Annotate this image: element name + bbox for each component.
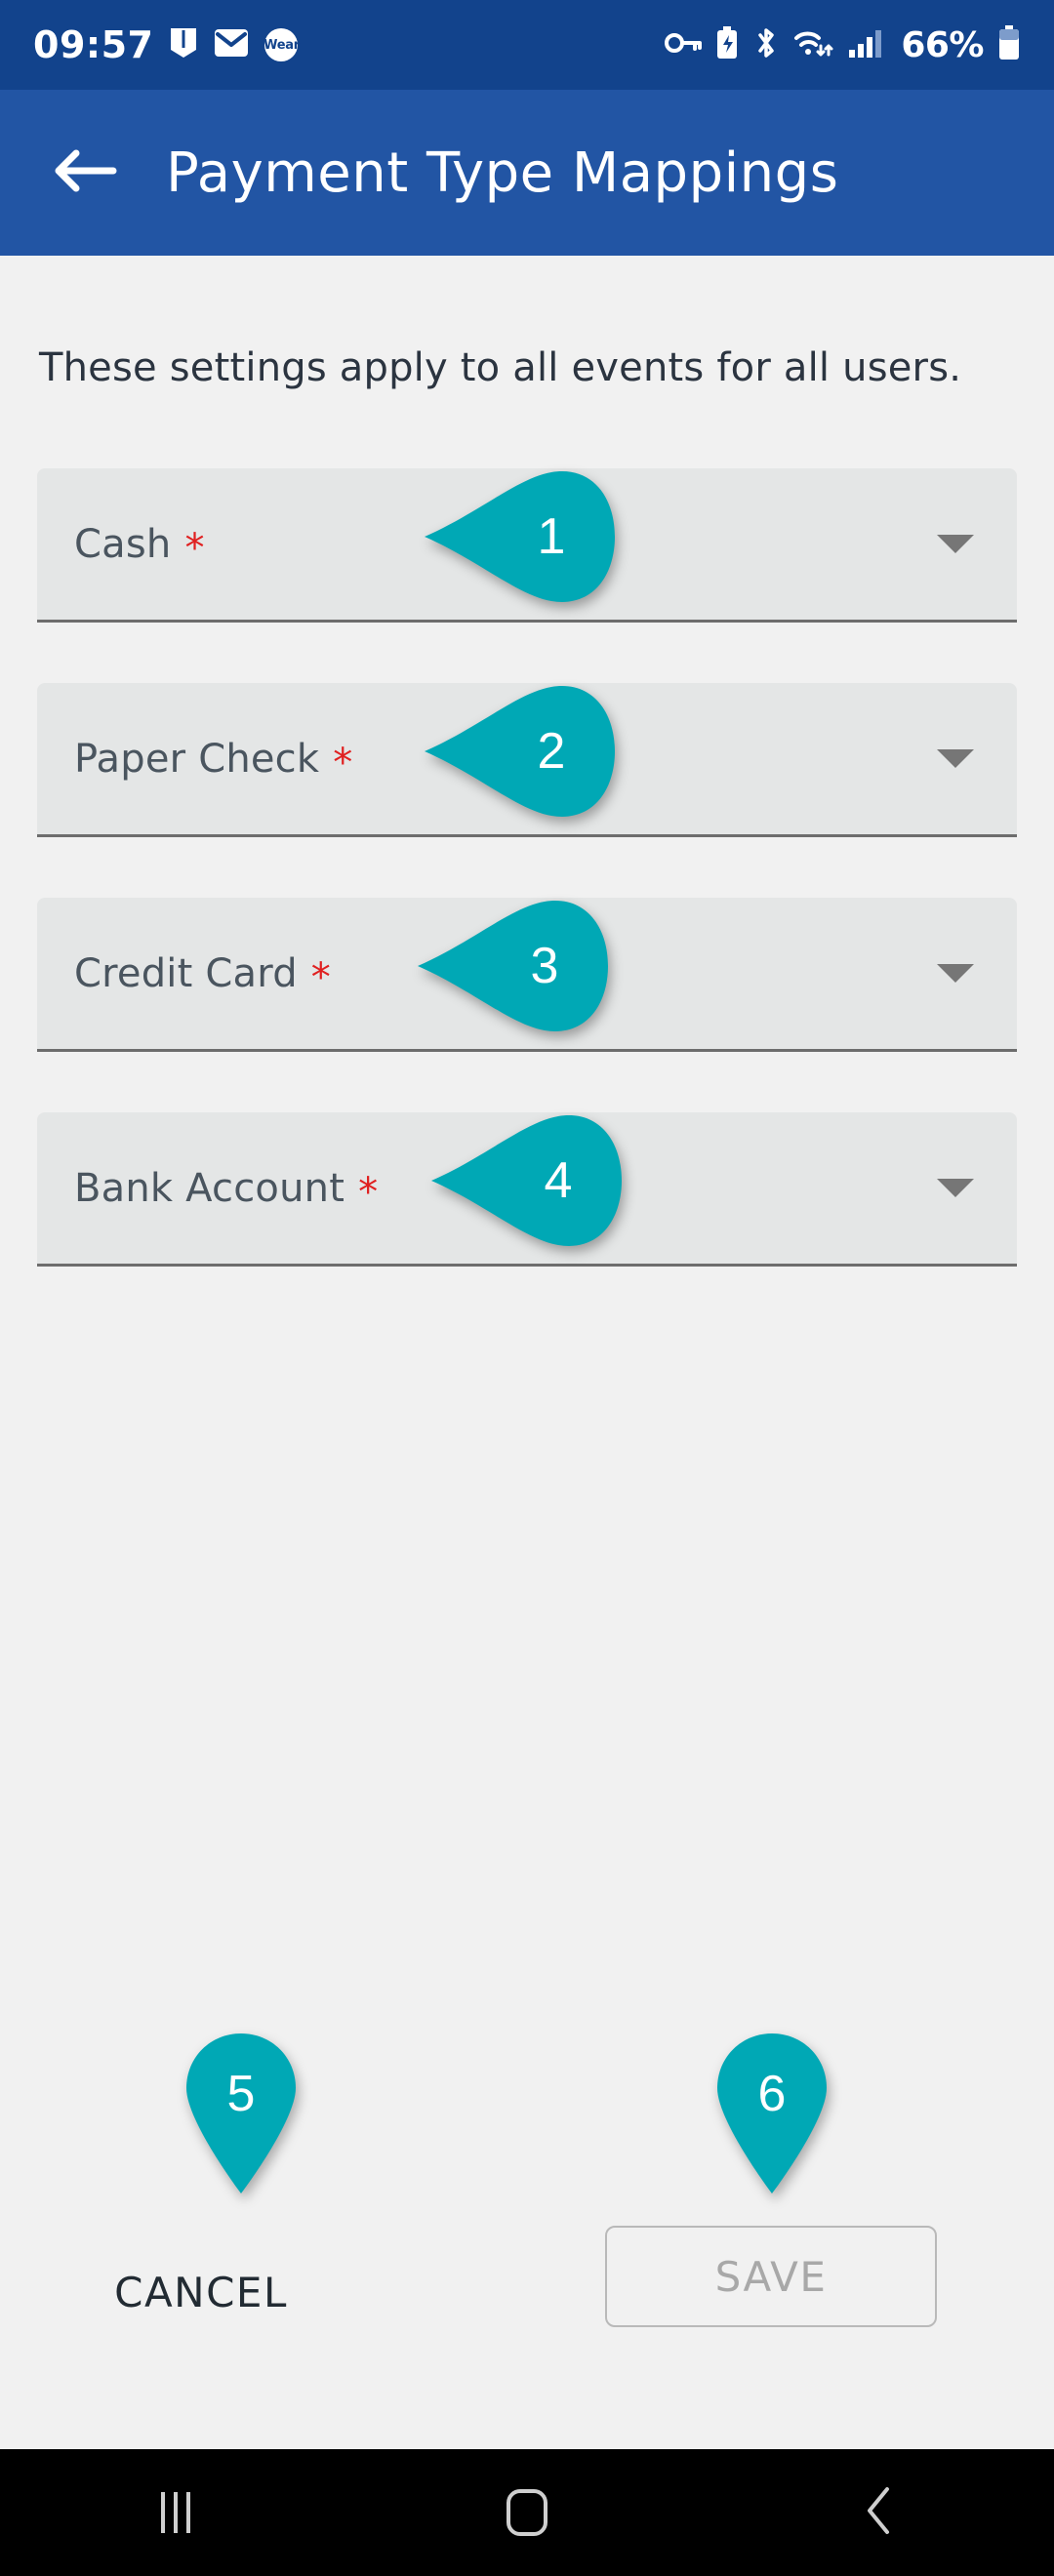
required-asterisk: * [311,958,331,997]
cancel-button-label: CANCEL [114,2269,288,2316]
battery-icon [997,25,1021,64]
status-clock: 09:57 [33,23,153,66]
cash-dropdown[interactable]: Cash * [37,468,1017,623]
content-area: These settings apply to all events for a… [0,256,1054,2449]
paper-check-dropdown[interactable]: Paper Check * [37,683,1017,837]
bank-account-dropdown-label: Bank Account [74,1166,345,1211]
bluetooth-icon [752,26,780,63]
android-nav-bar [0,2449,1054,2576]
chevron-down-icon [937,749,974,768]
wear-icon: Wear [264,28,298,61]
cash-dropdown-label: Cash [74,522,171,567]
chevron-down-icon [937,1179,974,1197]
required-asterisk: * [358,1173,378,1212]
save-button[interactable]: SAVE [605,2226,937,2327]
cancel-button[interactable]: CANCEL [94,2254,308,2330]
battery-saver-icon [715,26,739,63]
paper-check-dropdown-label: Paper Check [74,737,319,782]
status-bar: 09:57 Wear 66% [0,0,1054,90]
page-title: Payment Type Mappings [166,141,838,205]
app-bar: Payment Type Mappings [0,90,1054,256]
back-arrow-icon [53,143,117,202]
back-button[interactable] [31,119,139,226]
signal-icon [848,28,881,61]
wifi-icon [793,26,834,63]
recents-icon [161,2492,190,2533]
home-icon [507,2489,547,2536]
back-chevron-icon [862,2486,895,2539]
credit-card-dropdown-label: Credit Card [74,951,298,996]
required-asterisk: * [333,744,352,783]
nav-back-button[interactable] [703,2449,1054,2576]
phone-screen: 09:57 Wear 66% [0,0,1054,2576]
status-bar-left: 09:57 Wear [33,23,298,66]
intro-text: These settings apply to all events for a… [39,345,961,390]
email-icon [214,27,249,62]
nav-home-button[interactable] [351,2449,703,2576]
battery-percent-label: 66% [901,25,984,65]
nav-recents-button[interactable] [0,2449,351,2576]
status-bar-right: 66% [665,25,1021,65]
vpn-key-icon [665,31,702,59]
save-button-label: SAVE [715,2253,828,2301]
required-asterisk: * [184,529,204,568]
bank-account-dropdown[interactable]: Bank Account * [37,1112,1017,1267]
credit-card-dropdown[interactable]: Credit Card * [37,898,1017,1052]
shield-icon [169,26,198,63]
chevron-down-icon [937,535,974,553]
chevron-down-icon [937,964,974,983]
